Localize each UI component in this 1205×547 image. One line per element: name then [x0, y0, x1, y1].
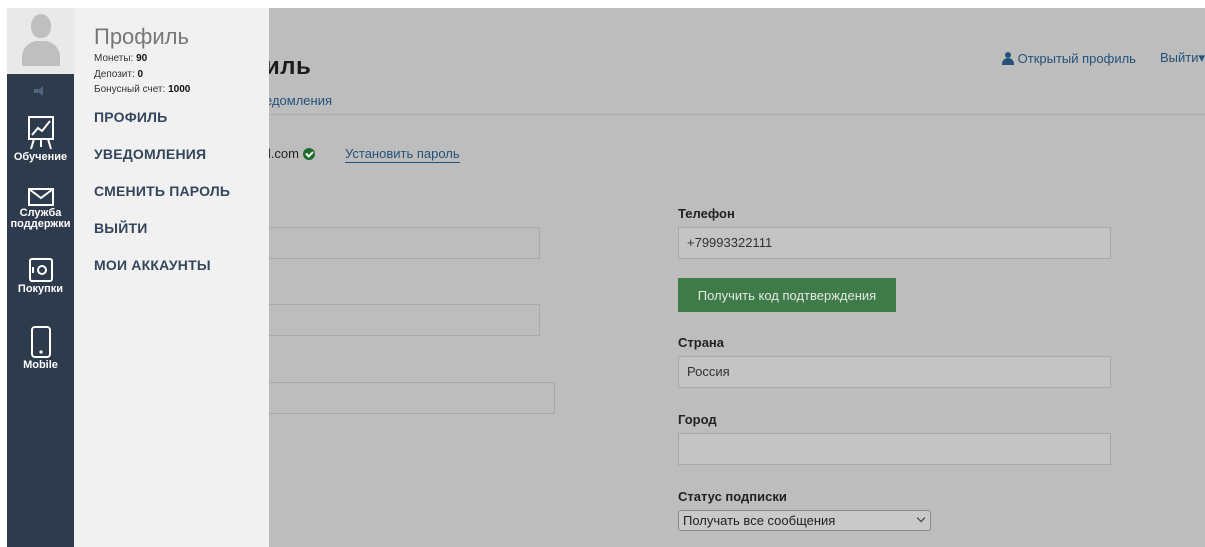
tabs-divider — [265, 114, 1205, 115]
deposit-value: 0 — [137, 69, 144, 80]
avatar[interactable] — [7, 8, 74, 74]
menu-item-notifications[interactable]: УВЕДОМЛЕНИЯ — [94, 146, 206, 162]
menu-item-change-password[interactable]: СМЕНИТЬ ПАРОЛЬ — [94, 183, 230, 199]
nav-item-support[interactable]: Служба поддержки — [7, 188, 74, 230]
nav-item-purchases[interactable]: Покупки — [7, 258, 74, 295]
menu-item-my-accounts[interactable]: МОИ АККАУНТЫ — [94, 257, 211, 273]
bonus-stat: Бонусный счет: 1000 — [94, 84, 190, 95]
left-nav: Обучение Служба поддержки Покупки Mobile — [7, 8, 74, 547]
left-input-3[interactable] — [269, 382, 555, 414]
profile-panel: Профиль Монеты: 90 Депозит: 0 Бонусный с… — [74, 8, 269, 547]
user-avatar-icon — [22, 14, 60, 66]
mobile-icon — [30, 326, 51, 358]
chart-icon — [27, 116, 54, 150]
profile-panel-title: Профиль — [94, 24, 189, 49]
set-password-link[interactable]: Установить пароль — [345, 146, 460, 163]
nav-item-label: Mobile — [23, 359, 58, 371]
subscription-status-label: Статус подписки — [678, 489, 787, 504]
nav-item-label: Обучение — [13, 151, 68, 163]
city-label: Город — [678, 412, 717, 427]
verified-check-icon — [302, 147, 315, 160]
chevron-down-icon — [916, 513, 926, 523]
deposit-stat: Депозит: 0 — [94, 69, 143, 80]
get-confirmation-code-button[interactable]: Получить код подтверждения — [678, 278, 896, 312]
speaker-icon[interactable] — [34, 86, 46, 96]
email-text: il.com — [265, 146, 299, 161]
user-icon — [1001, 51, 1014, 65]
phone-input[interactable]: +79993322111 — [678, 227, 1111, 259]
tab-notifications[interactable]: едомления — [265, 93, 332, 108]
safe-icon — [28, 258, 53, 282]
top-links: Открытый профиль Выйти▾ — [1001, 50, 1205, 66]
menu-item-logout[interactable]: ВЫЙТИ — [94, 220, 148, 236]
city-input[interactable] — [678, 433, 1111, 465]
deposit-label: Депозит: — [94, 69, 135, 80]
nav-item-mobile[interactable]: Mobile — [7, 326, 74, 371]
logout-label: Выйти — [1159, 50, 1199, 65]
left-input-2[interactable] — [269, 304, 540, 336]
email-display: il.com — [265, 146, 315, 161]
open-profile-label: Открытый профиль — [1017, 50, 1136, 66]
logout-dropdown[interactable]: Выйти▾ — [1160, 50, 1205, 66]
page-frame: иль едомления Открытый профиль Выйти▾ il… — [7, 8, 1205, 547]
menu-item-profile[interactable]: ПРОФИЛЬ — [94, 109, 167, 125]
page-title: иль — [265, 53, 312, 80]
open-profile-link[interactable]: Открытый профиль — [1001, 50, 1136, 66]
coins-label: Монеты: — [94, 53, 134, 64]
caret-down-icon: ▾ — [1198, 50, 1205, 65]
subscription-status-select[interactable]: Получать все сообщения — [678, 510, 931, 531]
envelope-icon — [27, 188, 54, 206]
subscription-selected-value: Получать все сообщения — [683, 513, 836, 528]
left-input-1[interactable] — [269, 227, 540, 259]
bonus-label: Бонусный счет: — [94, 84, 166, 95]
nav-item-label: Служба поддержки — [10, 207, 71, 230]
coins-value: 90 — [136, 53, 148, 64]
phone-label: Телефон — [678, 206, 735, 221]
bonus-value: 1000 — [168, 84, 191, 95]
coins-stat: Монеты: 90 — [94, 53, 147, 64]
country-input[interactable]: Россия — [678, 356, 1111, 388]
nav-item-learning[interactable]: Обучение — [7, 116, 74, 163]
nav-item-label: Покупки — [17, 283, 64, 295]
country-label: Страна — [678, 335, 725, 350]
